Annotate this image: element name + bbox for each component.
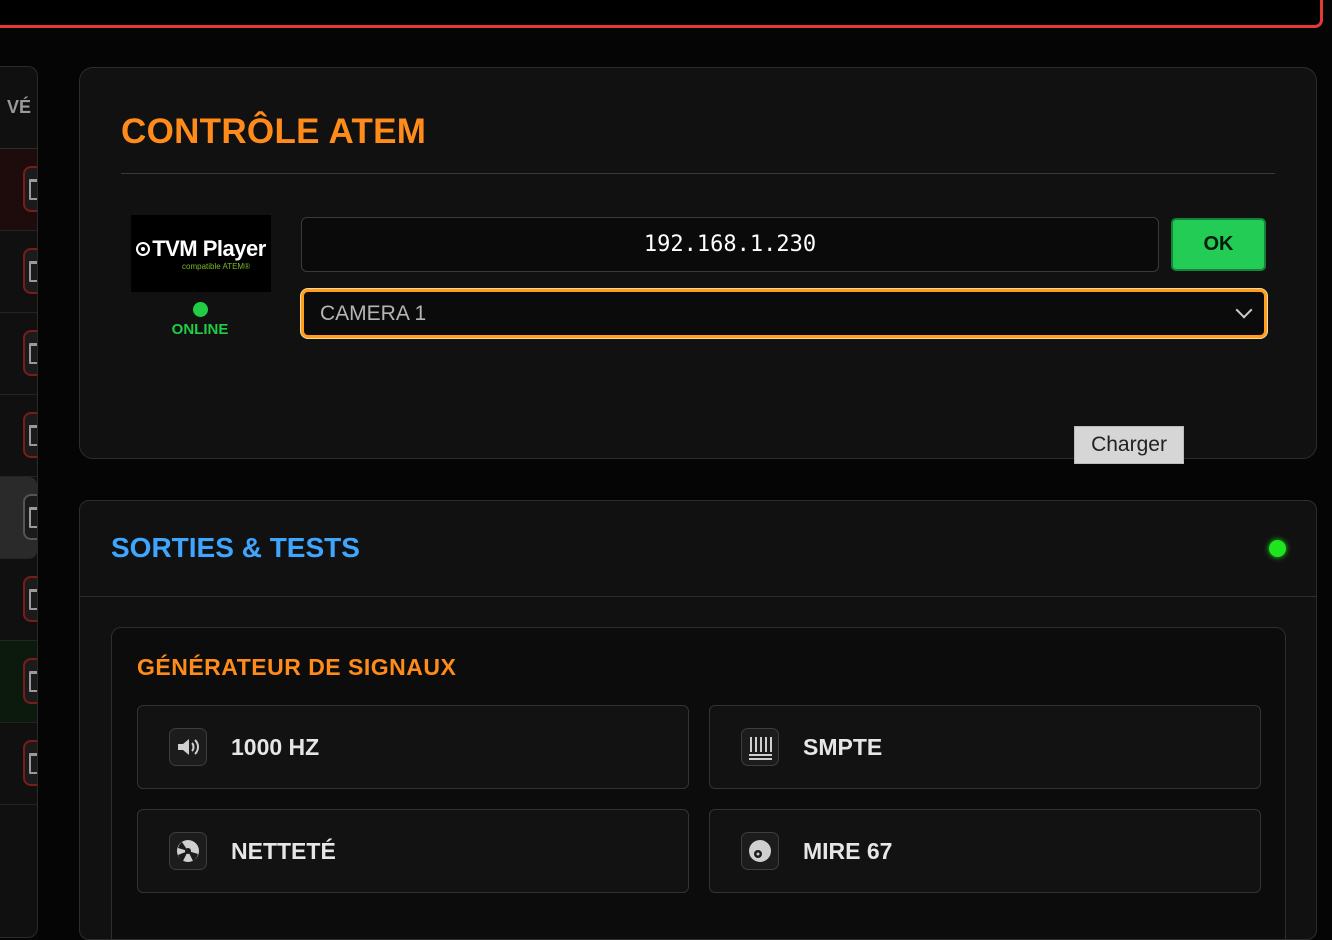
trash-icon[interactable] (23, 494, 37, 540)
status-dot-icon (193, 302, 208, 317)
sharpness-label: NETTETÉ (231, 837, 336, 864)
test-pattern-icon (741, 832, 779, 870)
smpte-label: SMPTE (803, 733, 883, 760)
ok-button[interactable]: OK (1171, 218, 1266, 271)
trash-icon[interactable] (23, 166, 37, 212)
chevron-down-icon (1235, 301, 1253, 319)
trash-icon[interactable] (23, 576, 37, 622)
tvm-player-logo: TVM Player compatible ATEM® (131, 215, 271, 292)
sidebar-row[interactable] (0, 395, 37, 477)
connection-status: ONLINE (171, 321, 229, 338)
focus-chart-icon (169, 832, 207, 870)
status-dot-icon (1269, 540, 1286, 557)
camera-select[interactable]: CAMERA 1 (301, 289, 1267, 338)
trash-icon[interactable] (23, 330, 37, 376)
top-alert-bar (0, 0, 1323, 28)
trash-icon[interactable] (23, 740, 37, 786)
sidebar-row[interactable] (0, 559, 37, 641)
sidebar-row[interactable] (0, 641, 37, 723)
sidebar-header: VÉ (0, 67, 37, 149)
outputs-tests-panel: SORTIES & TESTS GÉNÉRATEUR DE SIGNAUX 10… (79, 500, 1317, 940)
sharpness-button[interactable]: NETTETÉ (137, 809, 689, 893)
sidebar-row[interactable] (0, 231, 37, 313)
tone-1000hz-button[interactable]: 1000 HZ (137, 705, 689, 789)
sidebar-row[interactable] (0, 149, 37, 231)
logo-subtitle: compatible ATEM® (182, 262, 250, 271)
trash-icon[interactable] (23, 658, 37, 704)
outputs-tests-header[interactable]: SORTIES & TESTS (80, 501, 1316, 597)
charger-tooltip: Charger (1074, 426, 1184, 464)
trash-icon[interactable] (23, 412, 37, 458)
atem-title: CONTRÔLE ATEM (121, 112, 427, 151)
outputs-tests-title: SORTIES & TESTS (111, 532, 360, 563)
tone-1000hz-label: 1000 HZ (231, 733, 320, 760)
mire-67-button[interactable]: MIRE 67 (709, 809, 1261, 893)
mire-67-label: MIRE 67 (803, 837, 893, 864)
logo-mark-icon (136, 242, 151, 256)
sidebar-row[interactable] (0, 723, 37, 805)
sidebar-list: VÉ (0, 66, 38, 938)
logo-text: TVM Player (152, 236, 266, 261)
ip-address-input[interactable] (301, 217, 1159, 272)
color-bars-icon (741, 728, 779, 766)
trash-icon[interactable] (23, 248, 37, 294)
signal-generator-box: GÉNÉRATEUR DE SIGNAUX 1000 HZ SMPTE NETT… (111, 627, 1286, 939)
signal-generator-title: GÉNÉRATEUR DE SIGNAUX (137, 654, 457, 680)
speaker-icon (169, 728, 207, 766)
camera-select-value: CAMERA 1 (320, 301, 427, 325)
divider (121, 173, 1275, 174)
sidebar-row-selected[interactable] (0, 477, 37, 559)
smpte-button[interactable]: SMPTE (709, 705, 1261, 789)
sidebar-row[interactable] (0, 313, 37, 395)
atem-control-panel: CONTRÔLE ATEM TVM Player compatible ATEM… (79, 67, 1317, 459)
